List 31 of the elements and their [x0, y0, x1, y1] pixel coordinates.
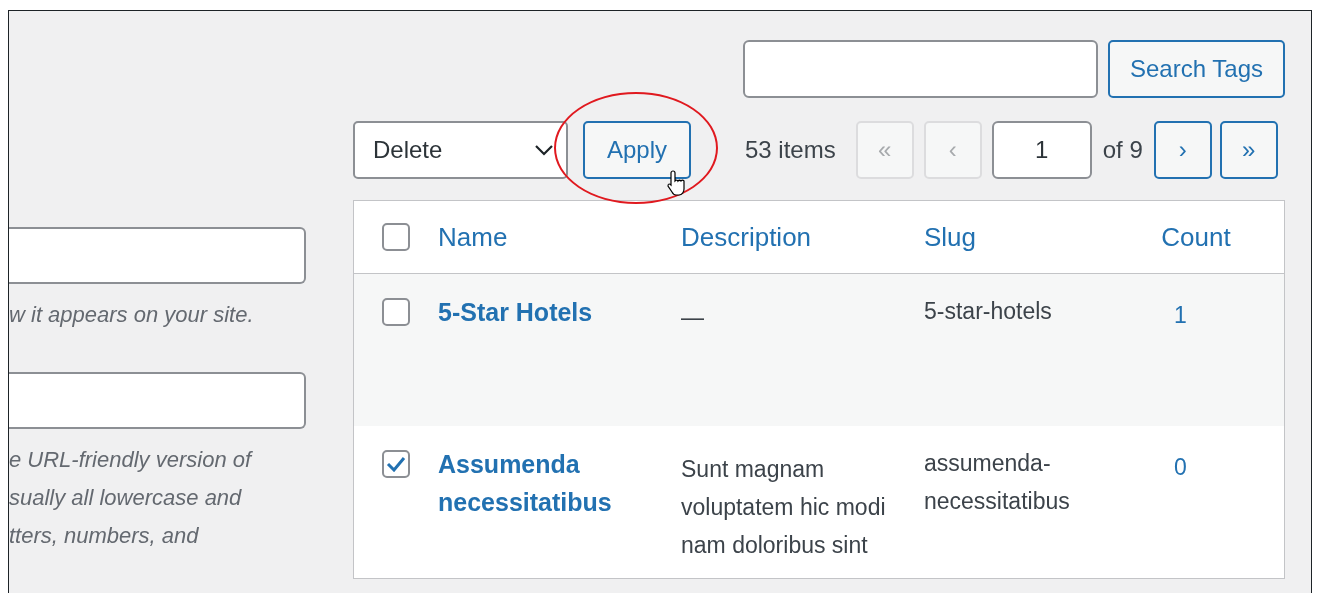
page-nav-button[interactable]: »: [1219, 121, 1278, 179]
input-field[interactable]: [9, 227, 306, 284]
bulk-actions-dropdown[interactable]: Delete: [353, 121, 568, 179]
column-header[interactable]: Description: [681, 221, 812, 252]
count-link[interactable]: 0: [1174, 454, 1187, 480]
description-text: —: [681, 304, 704, 330]
items-count: 53 items: [745, 136, 836, 164]
help-text: e URL-friendly version of sually all lowercase and tters, numbers, and: [9, 446, 254, 550]
column-header[interactable]: Count: [1161, 221, 1231, 252]
select-all-checkbox[interactable]: [382, 223, 410, 251]
page-total: of 9: [1102, 136, 1143, 164]
page-nav-button[interactable]: ›: [1153, 121, 1212, 179]
tag-name-link[interactable]: 5-Star Hotels: [438, 293, 593, 331]
column-header[interactable]: Slug: [924, 221, 977, 252]
slug-text: 5-star-hotels: [924, 298, 1052, 324]
row-checkbox[interactable]: [382, 298, 410, 326]
search-field[interactable]: [743, 40, 1098, 98]
chevron-down-icon: [534, 144, 554, 156]
tag-name-link[interactable]: Assumenda necessitatibus: [438, 445, 661, 521]
help-text: w it appears on your site.: [9, 301, 255, 329]
input-field[interactable]: [9, 372, 306, 429]
count-link[interactable]: 1: [1174, 302, 1187, 328]
apply-button[interactable]: Apply: [583, 121, 691, 179]
hand-cursor-icon: [667, 169, 687, 197]
slug-text: assumenda-necessitatibus: [924, 450, 1070, 514]
row-checkbox[interactable]: [382, 450, 410, 478]
page-number-field[interactable]: 1: [991, 121, 1092, 179]
checkmark-icon: [386, 456, 406, 472]
search-tags-button[interactable]: Search Tags: [1108, 40, 1285, 98]
column-header[interactable]: Name: [438, 221, 508, 252]
description-text: Sunt magnam voluptatem hic modi nam doloribus sint: [681, 456, 886, 558]
